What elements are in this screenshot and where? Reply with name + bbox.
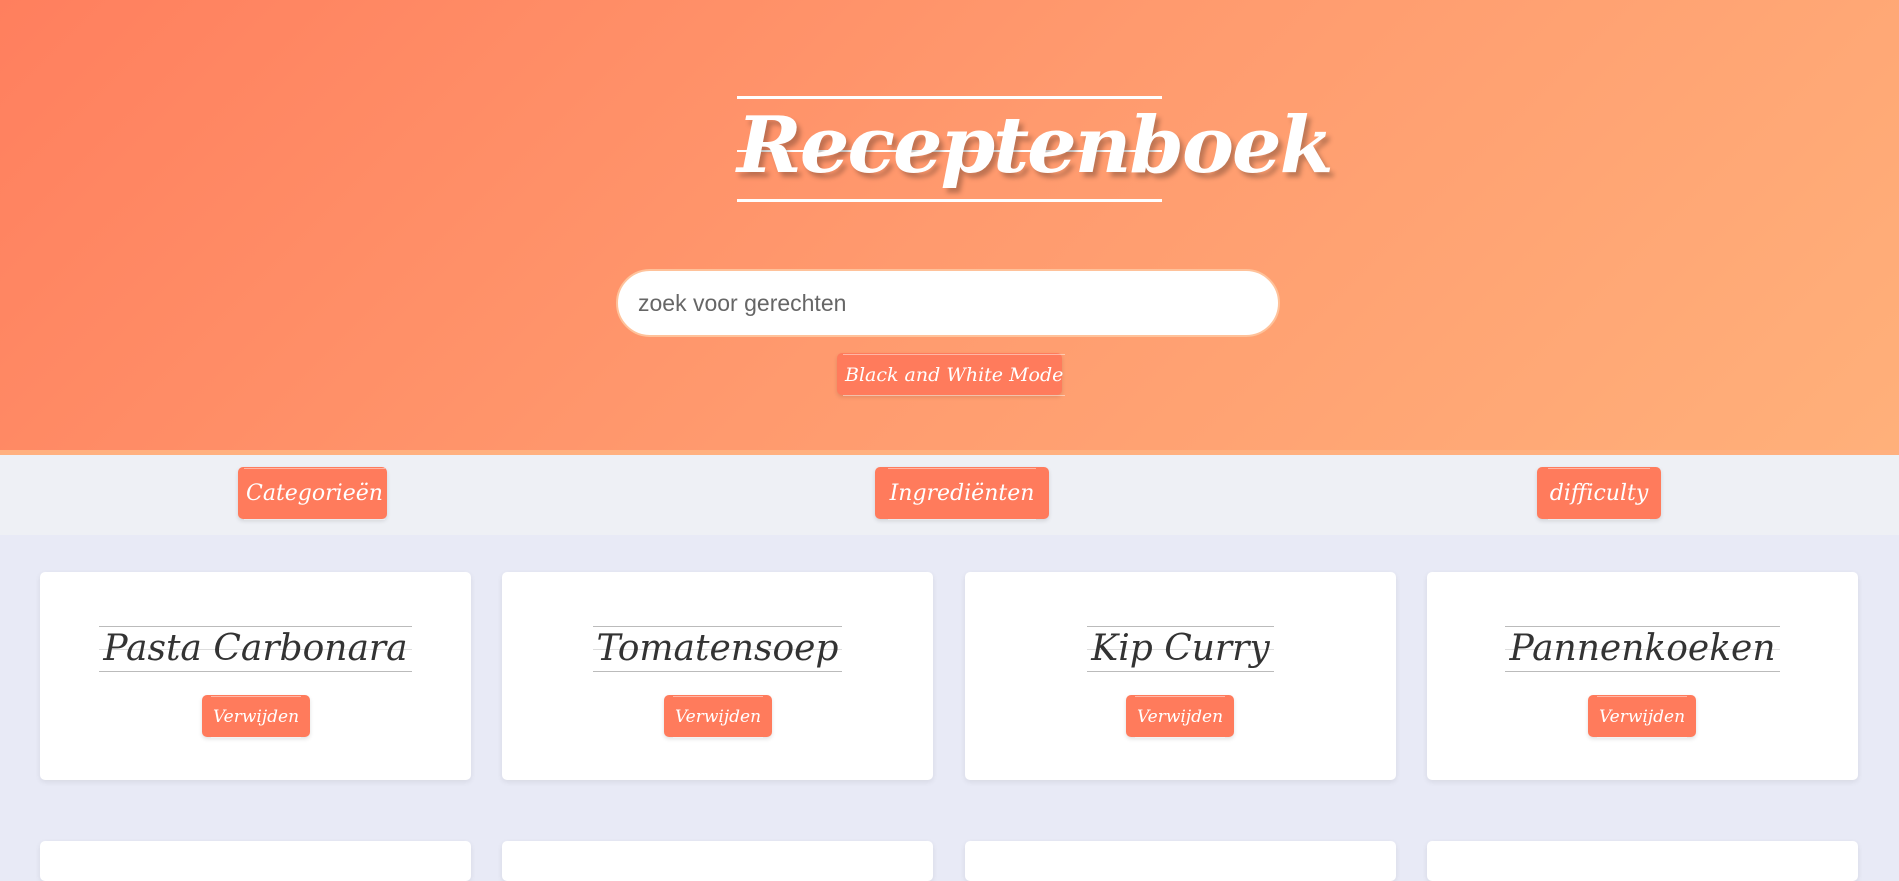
black-and-white-mode-button[interactable]: Black and White Mode xyxy=(837,353,1066,396)
recipe-card[interactable] xyxy=(965,841,1396,881)
page-title: Receptenboek xyxy=(737,96,1334,202)
recipe-card[interactable]: Kip Curry Verwijden xyxy=(965,572,1396,780)
recipe-card[interactable]: Pasta Carbonara Verwijden xyxy=(40,572,471,780)
recipe-card[interactable] xyxy=(1427,841,1858,881)
categories-filter-label: Categorieën xyxy=(244,468,385,520)
recipe-card[interactable]: Pannenkoeken Verwijden xyxy=(1427,572,1858,780)
delete-recipe-button[interactable]: Verwijden xyxy=(1126,695,1234,738)
search-input[interactable] xyxy=(616,269,1280,337)
recipe-card[interactable]: Tomatensoep Verwijden xyxy=(502,572,933,780)
ingredients-filter-label: Ingrediënten xyxy=(887,468,1037,520)
delete-recipe-button[interactable]: Verwijden xyxy=(202,695,310,738)
difficulty-filter-button[interactable]: difficulty xyxy=(1537,467,1661,520)
categories-filter-button[interactable]: Categorieën xyxy=(238,467,387,520)
recipe-title: Pasta Carbonara xyxy=(40,626,471,672)
recipe-card[interactable] xyxy=(40,841,471,881)
delete-recipe-button[interactable]: Verwijden xyxy=(1588,695,1696,738)
recipe-title: Tomatensoep xyxy=(502,626,933,672)
recipe-card[interactable] xyxy=(502,841,933,881)
recipe-title: Kip Curry xyxy=(965,626,1396,672)
black-and-white-mode-label: Black and White Mode xyxy=(843,354,1066,396)
recipe-title: Pannenkoeken xyxy=(1427,626,1858,672)
header-banner: Receptenboek Black and White Mode xyxy=(0,0,1899,455)
ingredients-filter-button[interactable]: Ingrediënten xyxy=(875,467,1049,520)
difficulty-filter-label: difficulty xyxy=(1547,468,1651,520)
delete-recipe-button[interactable]: Verwijden xyxy=(664,695,772,738)
